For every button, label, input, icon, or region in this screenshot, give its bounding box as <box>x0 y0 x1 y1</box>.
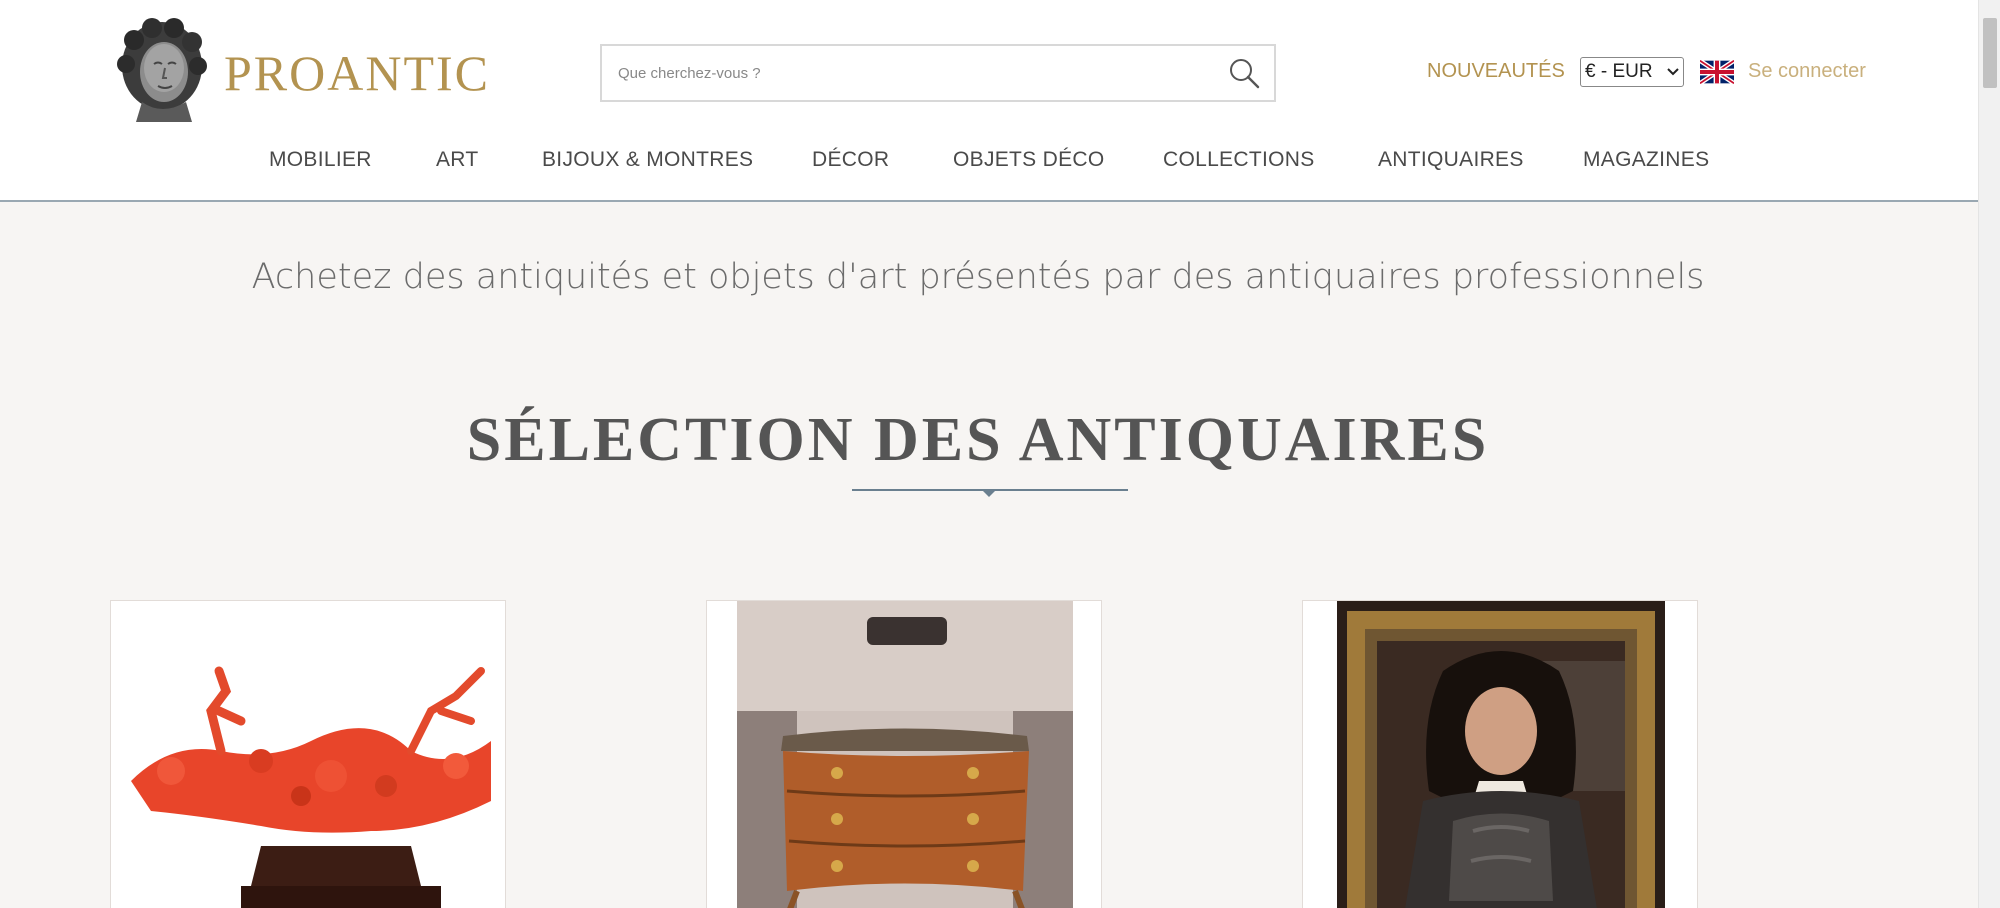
search-input[interactable] <box>602 46 1214 100</box>
tagline: Achetez des antiquités et objets d'art p… <box>251 257 1705 297</box>
product-image-portrait[interactable] <box>1303 601 1698 908</box>
currency-selected-value: € - EUR <box>1585 61 1653 82</box>
logo-bust-icon[interactable] <box>112 16 212 122</box>
product-card-portrait[interactable] <box>1302 600 1698 908</box>
nav-item-objets-deco[interactable]: OBJETS DÉCO <box>953 148 1105 172</box>
nav-item-mobilier[interactable]: MOBILIER <box>269 148 372 172</box>
section-title: SÉLECTION DES ANTIQUAIRES <box>466 406 1490 474</box>
search-button[interactable] <box>1214 46 1274 100</box>
site-header: PROANTIC NOUVEAUTÉS € - EUR Se connecter… <box>0 0 1978 202</box>
nav-item-collections[interactable]: COLLECTIONS <box>1163 148 1315 172</box>
nav-item-antiquaires[interactable]: ANTIQUAIRES <box>1378 148 1524 172</box>
title-divider-caret <box>982 490 996 497</box>
main-nav: MOBILIER ART BIJOUX & MONTRES DÉCOR OBJE… <box>0 148 1978 178</box>
logo-text[interactable]: PROANTIC <box>224 44 490 102</box>
nav-item-bijoux-montres[interactable]: BIJOUX & MONTRES <box>542 148 753 172</box>
nav-item-decor[interactable]: DÉCOR <box>812 148 889 172</box>
product-card-coral[interactable] <box>110 600 506 908</box>
chevron-down-icon <box>1667 68 1679 76</box>
product-card-commode[interactable] <box>706 600 1102 908</box>
product-image-coral[interactable] <box>111 601 506 908</box>
nav-item-art[interactable]: ART <box>436 148 479 172</box>
nouveautes-link[interactable]: NOUVEAUTÉS <box>1427 60 1565 83</box>
search-bar <box>600 44 1276 102</box>
login-link[interactable]: Se connecter <box>1748 60 1866 83</box>
nav-item-magazines[interactable]: MAGAZINES <box>1583 148 1709 172</box>
scrollbar[interactable] <box>1978 0 2000 908</box>
search-icon <box>1230 59 1260 89</box>
product-image-commode[interactable] <box>707 601 1102 908</box>
currency-select[interactable]: € - EUR <box>1580 57 1684 87</box>
uk-flag-icon[interactable] <box>1700 60 1734 84</box>
scrollbar-thumb[interactable] <box>1983 18 1997 88</box>
